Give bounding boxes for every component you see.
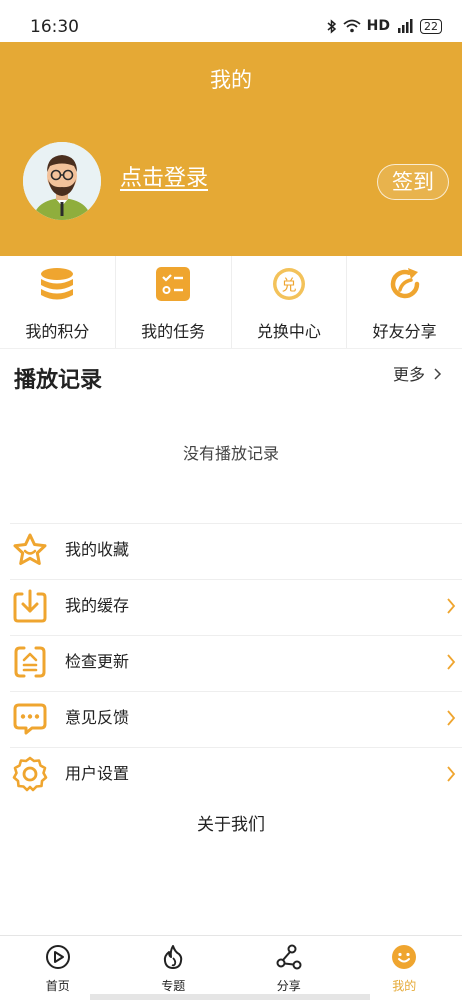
chevron-right-icon	[434, 368, 442, 380]
history-more-link[interactable]: 更多	[393, 361, 442, 385]
login-link[interactable]: 点击登录	[120, 160, 208, 192]
tab-mine[interactable]: 我的	[347, 936, 462, 1001]
signal-icon	[396, 19, 414, 33]
wifi-icon	[343, 19, 361, 33]
menu-label: 用户设置	[65, 760, 129, 784]
settings-gear-icon	[12, 756, 48, 792]
bottom-tab-bar: 首页 专题 分享 我的	[0, 935, 462, 1001]
feedback-icon	[12, 700, 48, 736]
bluetooth-icon	[327, 19, 337, 34]
quick-item-exchange[interactable]: 兑 兑换中心	[232, 256, 348, 348]
tab-label: 分享	[231, 977, 347, 994]
history-empty-message: 没有播放记录	[0, 440, 462, 464]
smiley-icon	[391, 944, 417, 970]
chevron-right-icon	[447, 598, 456, 614]
play-circle-icon	[45, 944, 71, 970]
menu-item-check-update[interactable]: 检查更新	[10, 635, 462, 691]
menu-item-cache[interactable]: 我的缓存	[10, 579, 462, 635]
menu-item-favorites[interactable]: 我的收藏	[10, 523, 462, 579]
tab-label: 首页	[0, 977, 116, 994]
battery-indicator: 22	[420, 19, 442, 34]
star-icon	[12, 532, 48, 568]
share-arrow-icon	[387, 266, 423, 302]
menu-label: 检查更新	[65, 648, 129, 672]
page-title: 我的	[0, 64, 462, 94]
menu-label: 我的缓存	[65, 592, 129, 616]
quick-label: 我的积分	[0, 318, 115, 342]
about-us-link[interactable]: 关于我们	[0, 810, 462, 835]
tab-home[interactable]: 首页	[0, 936, 116, 1001]
flame-icon	[160, 944, 186, 970]
task-list-icon	[155, 266, 191, 302]
menu-list: 我的收藏 我的缓存 检查更新 意见反馈	[0, 523, 462, 803]
home-indicator	[90, 994, 370, 1000]
tab-share[interactable]: 分享	[231, 936, 347, 1001]
download-icon	[12, 588, 48, 624]
quick-label: 好友分享	[347, 318, 462, 342]
menu-item-settings[interactable]: 用户设置	[10, 747, 462, 803]
menu-label: 我的收藏	[65, 536, 129, 560]
chevron-right-icon	[447, 654, 456, 670]
chevron-right-icon	[447, 710, 456, 726]
exchange-glyph: 兑	[281, 276, 296, 294]
share-nodes-icon	[276, 944, 302, 970]
tab-topics[interactable]: 专题	[116, 936, 232, 1001]
signin-button[interactable]: 签到	[377, 164, 449, 200]
quick-item-share[interactable]: 好友分享	[347, 256, 462, 348]
menu-label: 意见反馈	[65, 704, 129, 728]
status-time: 16:30	[30, 17, 79, 37]
quick-item-points[interactable]: 我的积分	[0, 256, 116, 348]
status-bar: 16:30 HD 22	[0, 0, 462, 42]
exchange-icon: 兑	[271, 266, 307, 302]
coins-stack-icon	[39, 266, 75, 302]
history-title: 播放记录	[14, 362, 102, 394]
chevron-right-icon	[447, 766, 456, 782]
quick-label: 我的任务	[116, 318, 231, 342]
avatar[interactable]	[23, 142, 101, 220]
status-icons: HD 22	[327, 18, 442, 34]
quick-label: 兑换中心	[232, 318, 347, 342]
network-type-label: HD	[367, 18, 390, 34]
profile-header: 我的 点击登录 签到	[0, 42, 462, 256]
quick-item-tasks[interactable]: 我的任务	[116, 256, 232, 348]
quick-actions: 我的积分 我的任务 兑 兑换中心 好友分享	[0, 256, 462, 349]
update-icon	[12, 644, 48, 680]
tab-label: 我的	[347, 977, 462, 994]
menu-item-feedback[interactable]: 意见反馈	[10, 691, 462, 747]
more-label: 更多	[393, 365, 425, 384]
tab-label: 专题	[116, 977, 232, 994]
